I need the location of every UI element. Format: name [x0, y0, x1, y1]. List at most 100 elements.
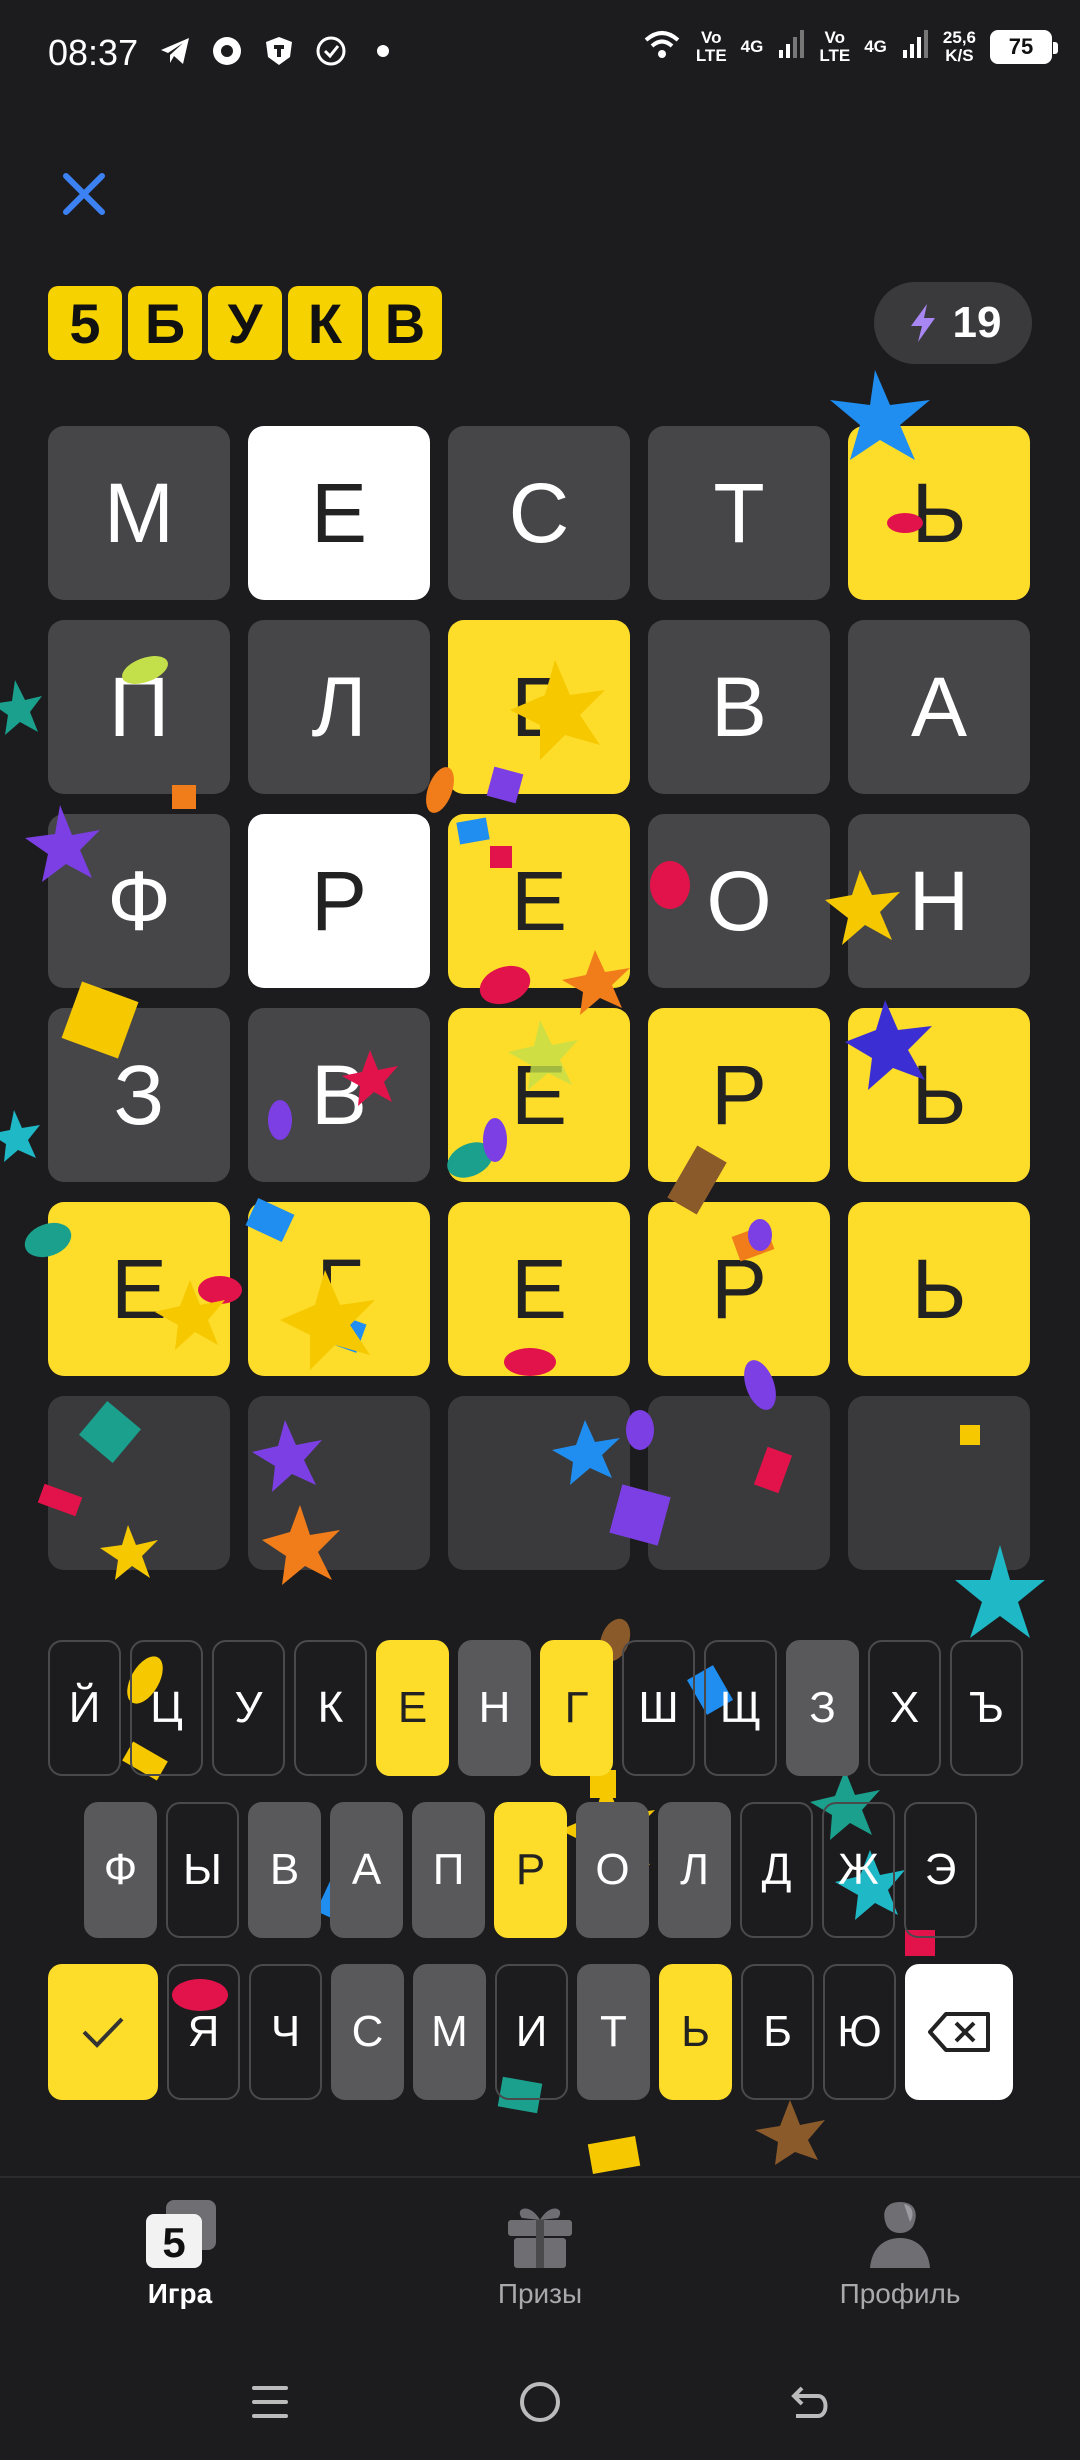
- key-button[interactable]: Ш: [622, 1640, 695, 1776]
- grid-cell: Р: [648, 1202, 830, 1376]
- lightning-icon: [910, 304, 935, 342]
- key-button[interactable]: Г: [540, 1640, 613, 1776]
- key-button[interactable]: Щ: [704, 1640, 777, 1776]
- close-icon: [63, 173, 105, 215]
- key-button[interactable]: С: [331, 1964, 404, 2100]
- key-button[interactable]: З: [786, 1640, 859, 1776]
- gift-icon: [508, 2208, 572, 2268]
- logo-letter-tile: Б: [128, 286, 202, 360]
- status-system-icons: Vo LTE 4G Vo LTE 4G 25,6 K/S 75: [642, 27, 1058, 65]
- grid-cell: В: [648, 620, 830, 794]
- network-speed: 25,6 K/S: [942, 27, 976, 65]
- logo-letter-tile: В: [368, 286, 442, 360]
- backspace-key[interactable]: [905, 1964, 1013, 2100]
- nav-item-prizes[interactable]: Призы: [390, 2178, 690, 2344]
- submit-key[interactable]: [48, 1964, 158, 2100]
- grid-cell-empty: [648, 1396, 830, 1570]
- nav-label-prizes: Призы: [497, 2278, 583, 2309]
- grid-cell: О: [648, 814, 830, 988]
- home-circle-icon: [520, 2382, 560, 2422]
- key-button[interactable]: И: [495, 1964, 568, 2100]
- key-button[interactable]: Р: [494, 1802, 567, 1938]
- key-button[interactable]: Ц: [130, 1640, 203, 1776]
- keyboard-row-3: ЯЧСМИТЬБЮ: [48, 1964, 1013, 2100]
- key-button[interactable]: У: [212, 1640, 285, 1776]
- backspace-icon: [928, 2012, 990, 2052]
- key-button[interactable]: Т: [577, 1964, 650, 2100]
- grid-cell: Е: [448, 814, 630, 988]
- grid-cell-empty: [48, 1396, 230, 1570]
- status-time: 08:37: [48, 32, 139, 73]
- recent-apps-button[interactable]: [230, 2362, 310, 2442]
- energy-badge[interactable]: 19: [874, 282, 1032, 364]
- grid-cell: Е: [448, 620, 630, 794]
- key-button[interactable]: Х: [868, 1640, 941, 1776]
- status-bar: 08:37 Vo LTE 4G Vo LTE 4G 25,6 K/S 75: [0, 0, 1080, 110]
- key-button[interactable]: Э: [904, 1802, 977, 1938]
- wifi-icon: [642, 28, 682, 65]
- key-button[interactable]: О: [576, 1802, 649, 1938]
- key-button[interactable]: П: [412, 1802, 485, 1938]
- telegram-icon: [158, 34, 192, 68]
- grid-cell-empty: [248, 1396, 430, 1570]
- key-button[interactable]: Е: [376, 1640, 449, 1776]
- grid-cell: А: [848, 620, 1030, 794]
- key-button[interactable]: Ю: [823, 1964, 896, 2100]
- grid-cell: Е: [448, 1202, 630, 1376]
- close-button[interactable]: [58, 168, 110, 220]
- grid-cell: Е: [48, 1202, 230, 1376]
- grid-cell: П: [48, 620, 230, 794]
- shield-icon: [262, 34, 296, 68]
- key-button[interactable]: Б: [741, 1964, 814, 2100]
- key-button[interactable]: Я: [167, 1964, 240, 2100]
- grid-cell: Ь: [848, 1202, 1030, 1376]
- key-button[interactable]: Н: [458, 1640, 531, 1776]
- grid-cell: Е: [448, 1008, 630, 1182]
- key-button[interactable]: Ч: [249, 1964, 322, 2100]
- system-navigation-bar: [0, 2342, 1080, 2460]
- logo-letter-tile: 5: [48, 286, 122, 360]
- grid-cell: Ь: [848, 426, 1030, 600]
- volte-1: Vo LTE: [695, 27, 727, 65]
- key-button[interactable]: Й: [48, 1640, 121, 1776]
- home-button[interactable]: [500, 2362, 580, 2442]
- check-circle-icon: [314, 34, 348, 68]
- network-4g-2: 4G: [864, 36, 887, 56]
- nav-item-profile[interactable]: Профиль: [750, 2178, 1050, 2344]
- key-button[interactable]: В: [248, 1802, 321, 1938]
- game-5-icon: 5: [146, 2200, 216, 2268]
- grid-cell: Е: [248, 426, 430, 600]
- key-button[interactable]: Ф: [84, 1802, 157, 1938]
- grid-cell: С: [448, 426, 630, 600]
- back-button[interactable]: [770, 2362, 850, 2442]
- grid-cell: Т: [648, 426, 830, 600]
- key-button[interactable]: Ь: [659, 1964, 732, 2100]
- key-button[interactable]: Ы: [166, 1802, 239, 1938]
- key-button[interactable]: Ъ: [950, 1640, 1023, 1776]
- network-4g-1: 4G: [740, 36, 764, 56]
- menu-icon: [252, 2386, 288, 2418]
- grid-cell: З: [48, 1008, 230, 1182]
- dot-icon: [366, 34, 400, 68]
- grid-cell-empty: [448, 1396, 630, 1570]
- grid-cell-empty: [848, 1396, 1030, 1570]
- logo-letter-tile: К: [288, 286, 362, 360]
- keyboard-row-1: ЙЦУКЕНГШЩЗХЪ: [48, 1640, 1023, 1776]
- game-logo: 5БУКВ: [48, 286, 442, 360]
- key-button[interactable]: Д: [740, 1802, 813, 1938]
- grid-cell: Ь: [848, 1008, 1030, 1182]
- grid-cell: Р: [648, 1008, 830, 1182]
- app-icon: [210, 34, 244, 68]
- key-button[interactable]: К: [294, 1640, 367, 1776]
- status-notification-icons: [158, 34, 400, 68]
- nav-item-game[interactable]: 5 Игра: [30, 2178, 330, 2344]
- key-button[interactable]: А: [330, 1802, 403, 1938]
- key-button[interactable]: Ж: [822, 1802, 895, 1938]
- svg-text:5: 5: [162, 2219, 185, 2266]
- key-button[interactable]: М: [413, 1964, 486, 2100]
- key-button[interactable]: Л: [658, 1802, 731, 1938]
- nav-label-profile: Профиль: [839, 2278, 961, 2309]
- guess-grid: МЕСТЬПЛЕВАФРЕОНЗВЕРЬЕГЕРЬ: [48, 426, 1032, 1570]
- bottom-navigation: 5 Игра Призы Профиль: [0, 2176, 1080, 2344]
- signal-2-icon: [901, 28, 929, 65]
